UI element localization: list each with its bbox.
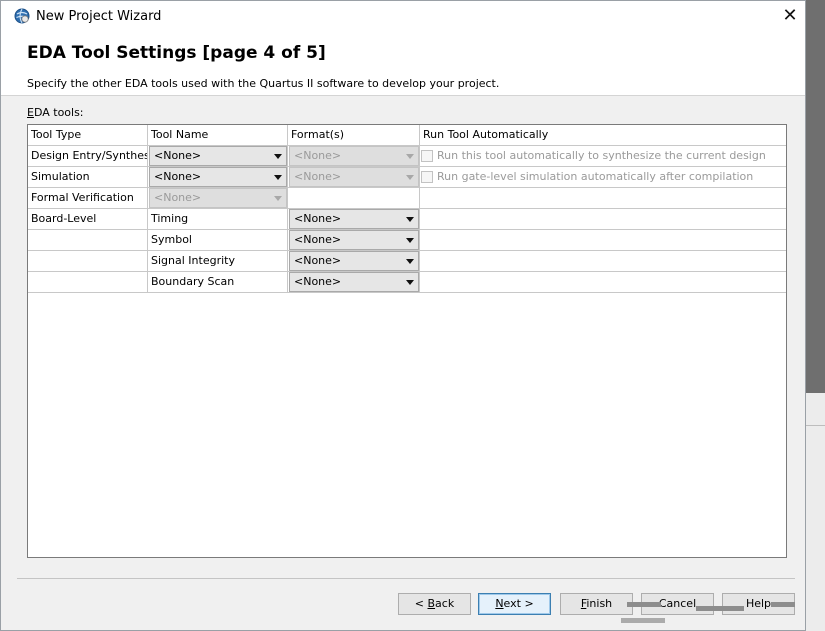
- finish-button[interactable]: Finish: [560, 593, 633, 615]
- back-button[interactable]: < Back: [398, 593, 471, 615]
- run-synthesis-automatically-checkbox: [421, 150, 433, 162]
- grid-line: [28, 292, 786, 293]
- blur-artifact: [696, 606, 744, 611]
- title-bar: New Project Wizard ✕: [1, 1, 805, 32]
- page-description: Specify the other EDA tools used with th…: [27, 77, 500, 90]
- window-title: New Project Wizard: [36, 9, 162, 24]
- tool-type-formal-verification: Formal Verification: [31, 191, 134, 204]
- selected-value: <None>: [294, 212, 342, 225]
- tool-type-design-entry-synthesis: Design Entry/Synthesis: [31, 149, 147, 162]
- run-simulation-automatically-label: Run gate-level simulation automatically …: [437, 170, 754, 183]
- formal-verification-tool-name-select: <None>: [149, 188, 287, 208]
- grid-line: [287, 125, 288, 292]
- board-level-symbol-label: Symbol: [151, 233, 192, 246]
- page-title: EDA Tool Settings [page 4 of 5]: [27, 43, 326, 63]
- column-header-formats: Format(s): [291, 128, 345, 141]
- quartus-globe-icon: [14, 8, 30, 24]
- design-entry-tool-name-select[interactable]: <None>: [149, 146, 287, 166]
- board-level-signal-integrity-label: Signal Integrity: [151, 254, 235, 267]
- run-simulation-automatically-checkbox: [421, 171, 433, 183]
- simulation-tool-name-select[interactable]: <None>: [149, 167, 287, 187]
- design-entry-format-select: <None>: [289, 146, 419, 166]
- eda-tools-table: Tool Type Tool Name Format(s) Run Tool A…: [27, 124, 787, 558]
- board-level-boundary-scan-label: Boundary Scan: [151, 275, 235, 288]
- column-header-tool-name: Tool Name: [151, 128, 209, 141]
- close-icon: ✕: [782, 5, 798, 26]
- dropdown-arrow-icon: [406, 280, 414, 285]
- eda-tools-label: EDA tools:: [27, 106, 84, 119]
- dropdown-arrow-icon: [274, 196, 282, 201]
- dropdown-arrow-icon: [406, 154, 414, 159]
- selected-value: <None>: [294, 170, 342, 183]
- selected-value: <None>: [294, 275, 342, 288]
- tool-type-simulation: Simulation: [31, 170, 90, 183]
- column-header-tool-type: Tool Type: [31, 128, 82, 141]
- dropdown-arrow-icon: [406, 238, 414, 243]
- simulation-format-select: <None>: [289, 167, 419, 187]
- selected-value: <None>: [154, 191, 202, 204]
- blur-artifact: [621, 618, 665, 623]
- selected-value: <None>: [294, 233, 342, 246]
- column-header-run-tool-automatically: Run Tool Automatically: [423, 128, 549, 141]
- blur-artifact: [627, 602, 661, 607]
- new-project-wizard-dialog: New Project Wizard ✕ EDA Tool Settings […: [0, 0, 806, 631]
- board-level-timing-label: Timing: [151, 212, 189, 225]
- wizard-header: EDA Tool Settings [page 4 of 5] Specify …: [1, 32, 805, 96]
- footer-divider: [17, 578, 795, 579]
- selected-value: <None>: [294, 254, 342, 267]
- dropdown-arrow-icon: [406, 175, 414, 180]
- dropdown-arrow-icon: [274, 175, 282, 180]
- close-button[interactable]: ✕: [775, 4, 805, 29]
- selected-value: <None>: [294, 149, 342, 162]
- blur-artifact: [771, 602, 795, 607]
- boundary-scan-format-select[interactable]: <None>: [289, 272, 419, 292]
- dropdown-arrow-icon: [274, 154, 282, 159]
- selected-value: <None>: [154, 170, 202, 183]
- next-button[interactable]: Next >: [478, 593, 551, 615]
- timing-format-select[interactable]: <None>: [289, 209, 419, 229]
- dropdown-arrow-icon: [406, 259, 414, 264]
- symbol-format-select[interactable]: <None>: [289, 230, 419, 250]
- background-divider: [806, 425, 825, 426]
- selected-value: <None>: [154, 149, 202, 162]
- tool-type-board-level: Board-Level: [31, 212, 97, 225]
- grid-line: [419, 125, 420, 292]
- run-synthesis-automatically-label: Run this tool automatically to synthesiz…: [437, 149, 766, 162]
- dropdown-arrow-icon: [406, 217, 414, 222]
- signal-integrity-format-select[interactable]: <None>: [289, 251, 419, 271]
- background-panel-right: [806, 393, 825, 631]
